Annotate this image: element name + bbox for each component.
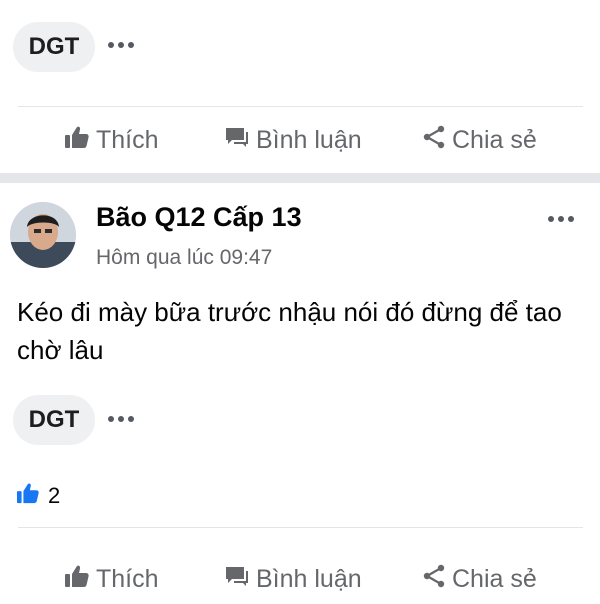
thumbs-up-icon [64, 125, 96, 156]
reaction-chip-label: DGT [28, 406, 80, 433]
share-button[interactable]: Chia sẻ [422, 554, 537, 604]
action-bar: Thích Bình luận Chia sẻ [0, 554, 600, 604]
comment-icon [224, 564, 256, 595]
comment-label: Bình luận [256, 564, 362, 593]
divider [18, 527, 583, 528]
comment-button[interactable]: Bình luận [224, 115, 362, 165]
like-summary[interactable]: 2 [16, 482, 60, 510]
share-label: Chia sẻ [452, 125, 537, 154]
more-dots-icon[interactable] [108, 40, 138, 50]
post-text: Kéo đi mày bữa trước nhậu nói đó đừng để… [17, 297, 562, 365]
post-separator [0, 173, 600, 183]
like-label: Thích [96, 125, 159, 154]
action-bar: Thích Bình luận Chia sẻ [0, 115, 600, 165]
like-button[interactable]: Thích [64, 115, 159, 165]
share-label: Chia sẻ [452, 564, 537, 593]
comment-icon [224, 125, 256, 156]
reaction-chip-label: DGT [28, 33, 80, 60]
more-dots-icon[interactable] [548, 214, 578, 224]
share-icon [422, 125, 452, 156]
thumbs-up-icon [64, 564, 96, 595]
comment-label: Bình luận [256, 125, 362, 154]
share-icon [422, 564, 452, 595]
comment-button[interactable]: Bình luận [224, 554, 362, 604]
like-reaction-icon [16, 482, 40, 510]
post-timestamp[interactable]: Hôm qua lúc 09:47 [96, 246, 272, 270]
like-label: Thích [96, 564, 159, 593]
more-dots-icon[interactable] [108, 414, 138, 424]
like-button[interactable]: Thích [64, 554, 159, 604]
post-author[interactable]: Bão Q12 Cấp 13 [96, 202, 302, 233]
reaction-chip[interactable]: DGT [13, 22, 95, 72]
divider [18, 106, 583, 107]
like-count: 2 [48, 483, 61, 508]
share-button[interactable]: Chia sẻ [422, 115, 537, 165]
reaction-chip[interactable]: DGT [13, 395, 95, 445]
avatar[interactable] [10, 202, 76, 268]
